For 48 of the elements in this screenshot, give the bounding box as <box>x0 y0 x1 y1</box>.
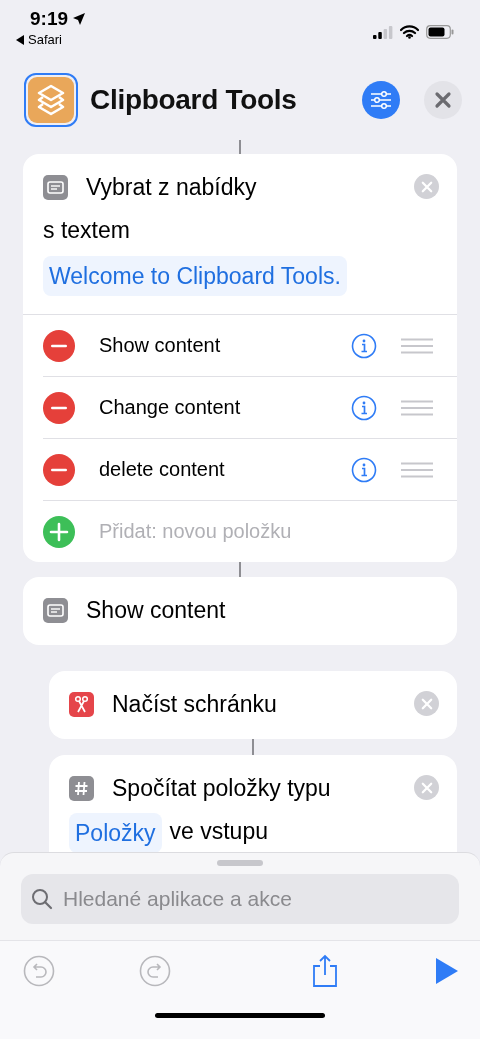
back-to-app-link[interactable]: Safari <box>28 32 62 47</box>
location-icon <box>72 12 87 26</box>
menu-icon <box>43 175 68 200</box>
parameter-token[interactable]: Welcome to Clipboard Tools. <box>43 256 347 296</box>
wifi-icon <box>400 25 419 39</box>
scissors-icon <box>69 692 94 717</box>
info-icon[interactable] <box>351 332 377 359</box>
action-title: Vybrat z nabídky <box>86 173 258 202</box>
action-title: Show content <box>86 596 227 625</box>
remove-icon[interactable] <box>43 329 75 362</box>
shortcut-icon[interactable] <box>24 73 78 127</box>
back-arrow-icon[interactable] <box>16 34 24 45</box>
info-icon[interactable] <box>351 394 377 421</box>
action-card[interactable]: Načíst schránku <box>49 671 457 739</box>
menu-icon <box>43 598 68 623</box>
shortcut-title: Clipboard Tools <box>90 84 298 116</box>
action-card[interactable]: Vybrat z nabídky s textem Welcome to Clipboard Tools. Show content Change content delete content Přidat: novou položku <box>23 154 457 562</box>
close-icon <box>419 179 434 194</box>
info-icon[interactable] <box>351 456 377 483</box>
close-icon <box>419 696 434 711</box>
menu-item-label[interactable]: Show content <box>99 334 351 357</box>
remove-icon[interactable] <box>43 453 75 486</box>
close-icon <box>419 780 434 795</box>
search-field[interactable]: Hledané aplikace a akce <box>61 886 449 912</box>
remove-icon[interactable] <box>43 391 75 424</box>
close-icon <box>433 90 453 110</box>
drag-handle-icon[interactable] <box>401 337 433 354</box>
settings-button[interactable] <box>362 81 400 119</box>
menu-item-label[interactable]: delete content <box>99 458 351 481</box>
status-time: 9:19 <box>30 8 69 30</box>
search-bar[interactable]: Hledané aplikace a akce <box>21 874 459 924</box>
action-title: Načíst schránku <box>112 690 278 719</box>
drag-handle-icon[interactable] <box>401 399 433 416</box>
hash-icon <box>69 776 94 801</box>
search-icon <box>31 888 53 910</box>
drag-handle-icon[interactable] <box>401 461 433 478</box>
action-title: Spočítat položky typu <box>112 774 332 803</box>
add-icon[interactable] <box>43 515 75 548</box>
sliders-icon <box>370 90 392 110</box>
parameter-label: s textem <box>42 217 131 243</box>
signal-icon <box>373 25 393 39</box>
battery-icon <box>426 25 454 39</box>
parameter-label: ve vstupu <box>168 818 269 844</box>
action-card[interactable]: Show content <box>23 577 457 645</box>
action-card[interactable]: Spočítat položky typu Položky ve vstupu <box>49 755 457 852</box>
parameter-token[interactable]: Položky <box>69 813 162 852</box>
close-button[interactable] <box>424 81 462 119</box>
menu-item-label[interactable]: Change content <box>99 396 351 419</box>
